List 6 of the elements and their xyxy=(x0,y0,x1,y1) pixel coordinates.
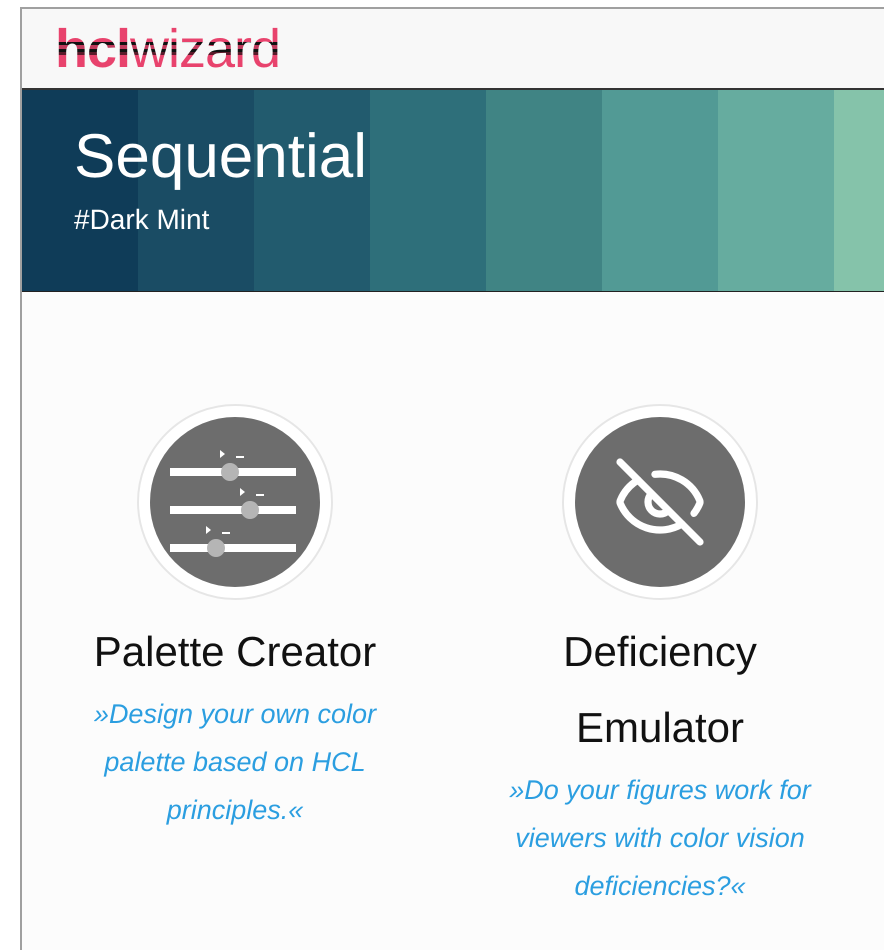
tool-title[interactable]: Deficiency Emulator xyxy=(510,614,810,766)
tool-description: »Design your own color palette based on HCL principles.« xyxy=(92,698,378,827)
tool-title[interactable]: Palette Creator xyxy=(85,614,385,690)
tool-description: »Do your figures work for viewers with color vision deficiencies?« xyxy=(508,774,813,903)
palette-name: #Dark Mint xyxy=(74,206,210,234)
palette-type-title: Sequential xyxy=(74,126,368,188)
